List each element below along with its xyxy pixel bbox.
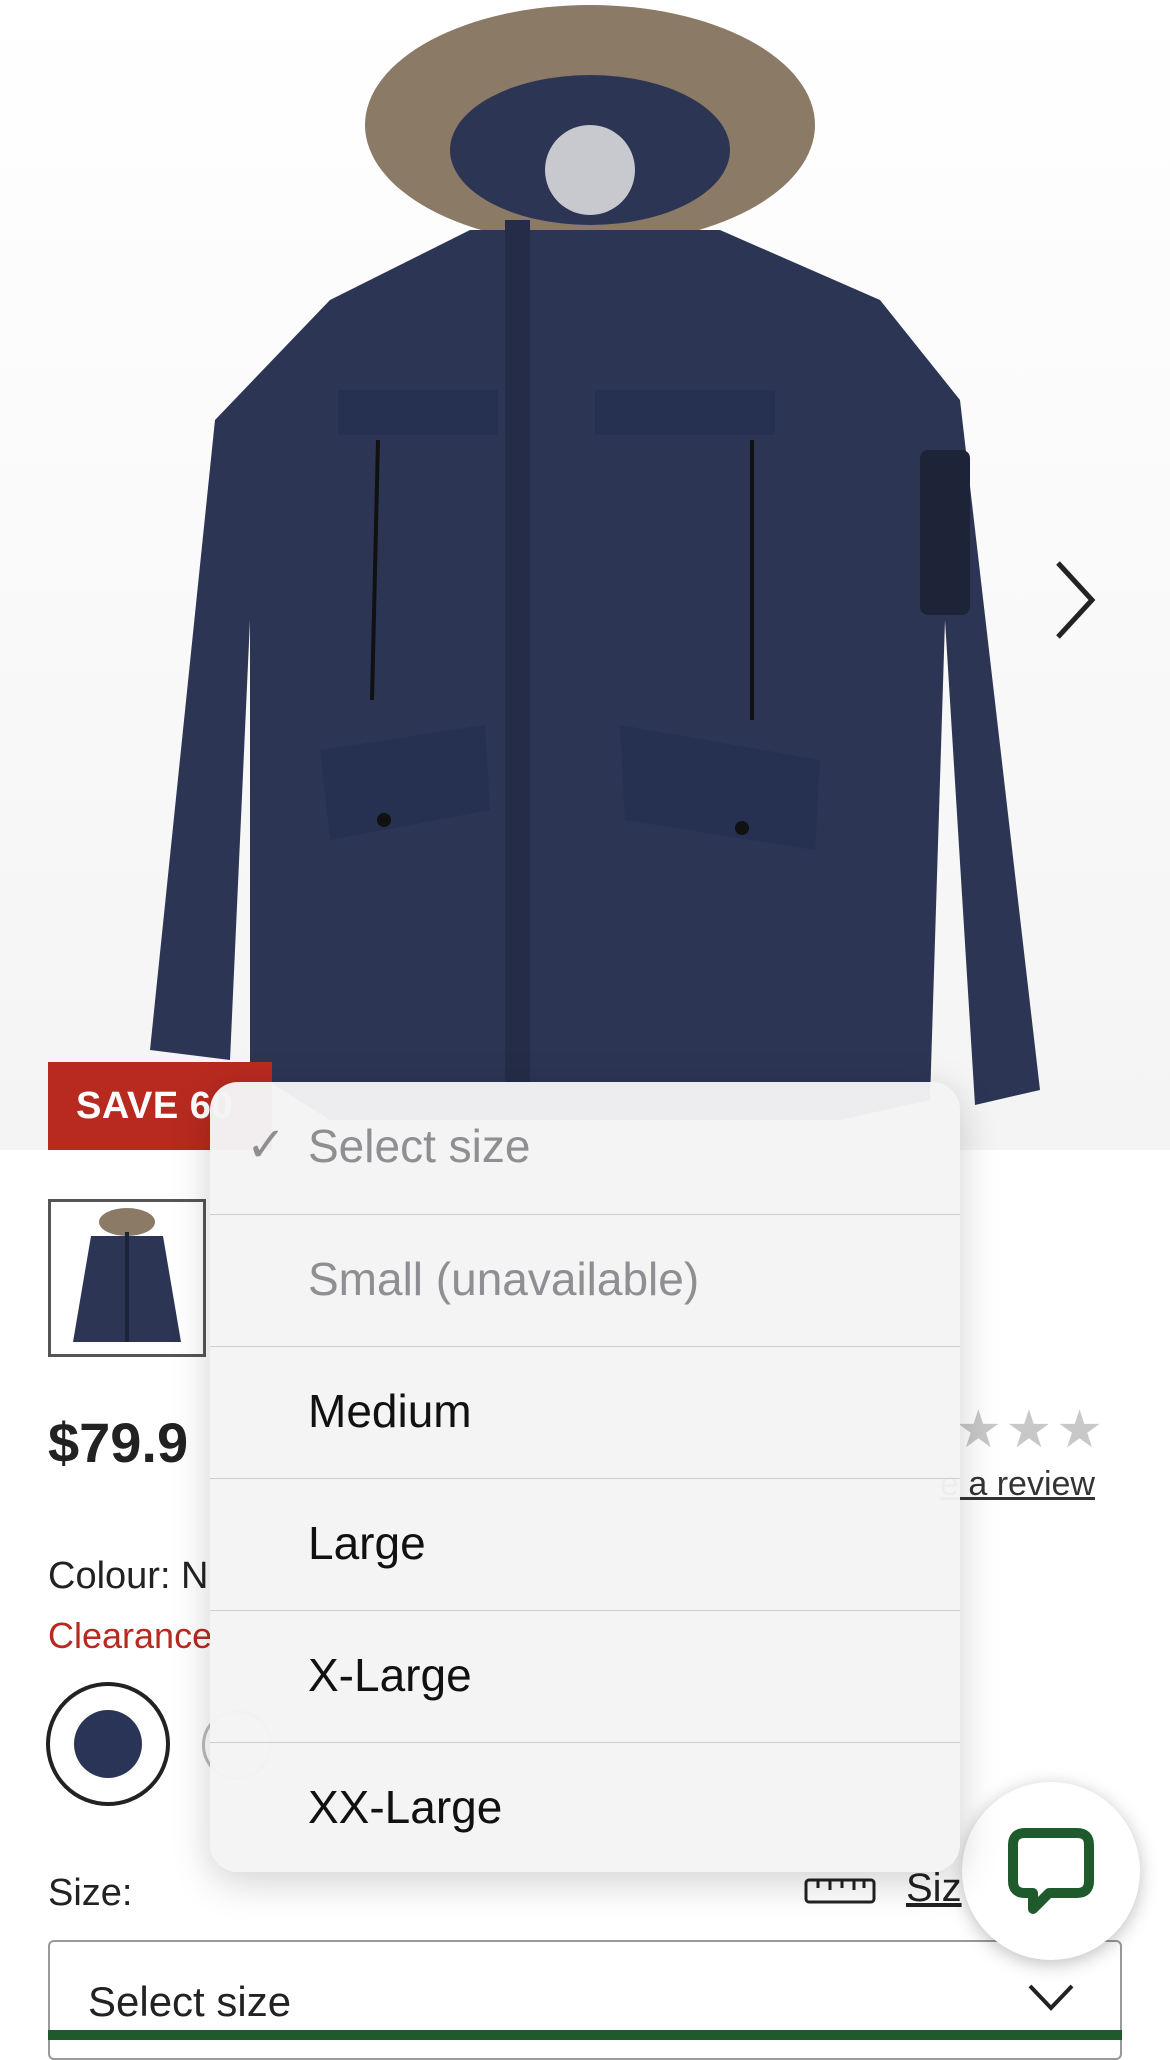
- add-to-cart-bar[interactable]: [48, 2030, 1122, 2040]
- checkmark-icon: ✓: [246, 1119, 287, 1172]
- colour-label: Colour: N: [48, 1555, 209, 1597]
- size-select-value: Select size: [88, 1978, 292, 2025]
- option-label: Large: [308, 1517, 426, 1569]
- dropdown-option-large[interactable]: Large: [210, 1478, 960, 1610]
- size-label: Size:: [48, 1872, 133, 1914]
- rating-stars: ★★★: [955, 1401, 1107, 1459]
- dropdown-option-medium[interactable]: Medium: [210, 1346, 960, 1478]
- dropdown-option-select-size[interactable]: ✓ Select size: [210, 1082, 960, 1214]
- price: $79.9: [48, 1411, 189, 1474]
- option-label: Medium: [308, 1385, 472, 1437]
- ruler-icon: [804, 1876, 876, 1904]
- jacket-thumbnail: [73, 1208, 181, 1342]
- clearance-label: Clearance: [48, 1615, 213, 1656]
- colour-swatch-navy[interactable]: [46, 1682, 170, 1806]
- option-label: Select size: [308, 1120, 531, 1172]
- option-label: XX-Large: [308, 1781, 503, 1833]
- thumbnail-image[interactable]: [48, 1199, 206, 1357]
- next-image-button[interactable]: [1050, 555, 1100, 645]
- size-dropdown-menu: ✓ Select size Small (unavailable) Medium…: [210, 1082, 960, 1872]
- option-label: Small (unavailable): [308, 1253, 700, 1305]
- chevron-right-icon: [1056, 561, 1096, 639]
- option-label: X-Large: [308, 1649, 472, 1701]
- dropdown-option-x-large[interactable]: X-Large: [210, 1610, 960, 1742]
- jacket-illustration: [150, 5, 1040, 1120]
- write-review-link[interactable]: e a review: [940, 1465, 1095, 1504]
- swatch-dot: [74, 1710, 142, 1778]
- chevron-down-icon: [1026, 1982, 1076, 2012]
- size-guide-link[interactable]: Siz: [906, 1866, 962, 1911]
- chat-bubble-icon: [1008, 1828, 1094, 1914]
- product-image: [0, 0, 1170, 1150]
- dropdown-option-xx-large[interactable]: XX-Large: [210, 1742, 960, 1872]
- dropdown-option-small: Small (unavailable): [210, 1214, 960, 1346]
- chat-button[interactable]: [962, 1782, 1140, 1960]
